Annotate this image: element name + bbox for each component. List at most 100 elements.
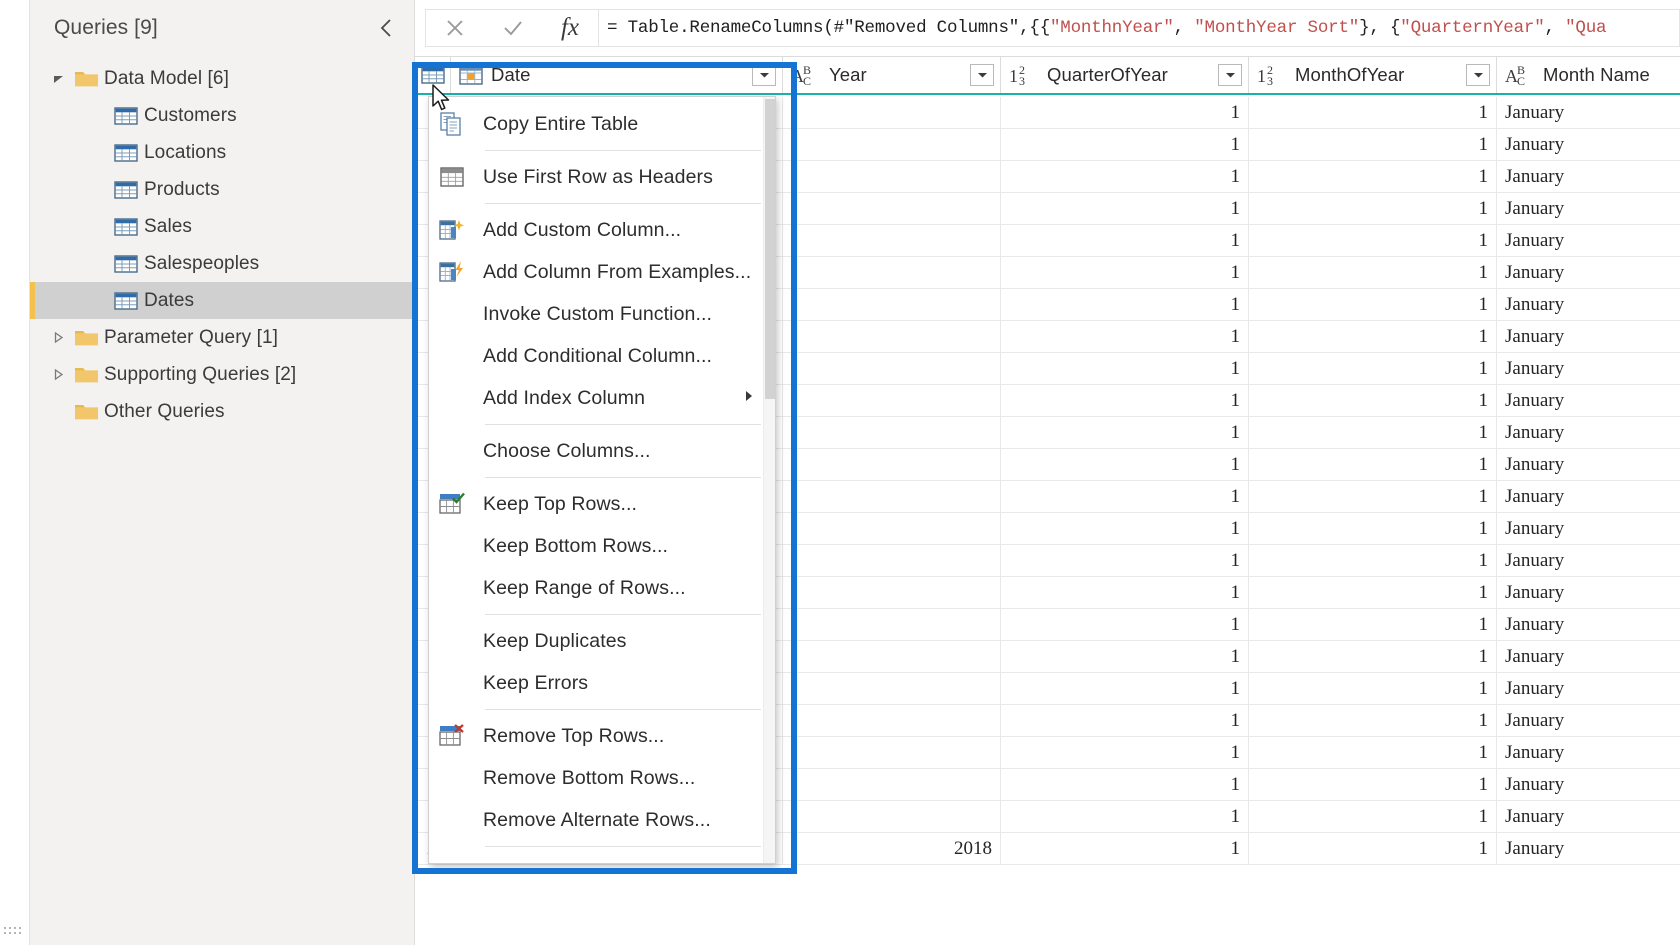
column-filter-chevron-down-icon[interactable] [1466,64,1490,86]
data-grid-cell[interactable]: 1 [1249,737,1497,768]
menu-item-keep-range-of-rows[interactable]: Keep Range of Rows... [429,567,775,609]
data-grid-cell[interactable] [783,225,1001,256]
data-grid-cell[interactable]: 1 [1249,129,1497,160]
data-grid-cell[interactable]: 1 [1001,289,1249,320]
menu-item-use-first-row-as-headers[interactable]: Use First Row as Headers [429,156,775,198]
data-grid-cell[interactable] [783,161,1001,192]
data-grid-cell[interactable] [783,545,1001,576]
data-grid-cell[interactable] [783,513,1001,544]
data-grid-cell[interactable]: 1 [1249,257,1497,288]
insert-function-fx-icon[interactable]: fx [542,10,598,46]
data-grid-cell[interactable] [783,385,1001,416]
data-grid-cell[interactable]: 1 [1001,385,1249,416]
data-grid-cell[interactable]: 1 [1001,609,1249,640]
column-header-year[interactable]: A B C Year [783,57,1001,93]
collapse-panel-chevron-left-icon[interactable] [372,14,400,42]
data-grid-cell[interactable]: January [1497,737,1680,768]
data-grid-cell[interactable]: 1 [1249,225,1497,256]
data-grid-cell[interactable] [783,97,1001,128]
data-grid-cell[interactable] [783,641,1001,672]
expand-triangle-right-icon[interactable] [52,368,74,381]
context-menu-scrollbar[interactable] [763,97,775,863]
select-all-table-icon[interactable] [415,65,450,85]
data-grid-cell[interactable]: January [1497,193,1680,224]
data-grid-cell[interactable] [783,577,1001,608]
context-menu-scrollbar-thumb[interactable] [765,99,775,399]
data-grid-cell[interactable]: 1 [1001,257,1249,288]
query-tree-item-locations[interactable]: Locations [30,134,414,171]
data-grid-cell[interactable]: 1 [1249,513,1497,544]
data-grid-cell[interactable]: 1 [1249,769,1497,800]
data-grid-cell[interactable]: 1 [1001,833,1249,864]
data-grid-cell[interactable]: 1 [1249,577,1497,608]
data-grid-cell[interactable] [783,801,1001,832]
data-grid-cell[interactable] [783,257,1001,288]
table-context-menu[interactable]: Copy Entire Table Use First Row as Header… [428,96,776,864]
data-grid-cell[interactable]: 1 [1249,609,1497,640]
data-grid-cell[interactable]: January [1497,769,1680,800]
column-header-month-name[interactable]: A B C Month Name [1497,57,1680,93]
menu-item-remove-alternate-rows[interactable]: Remove Alternate Rows... [429,799,775,841]
data-grid-cell[interactable] [783,289,1001,320]
data-grid-cell[interactable]: 1 [1001,193,1249,224]
data-grid-cell[interactable]: January [1497,161,1680,192]
data-grid-cell[interactable]: 1 [1001,577,1249,608]
data-grid-cell[interactable]: January [1497,705,1680,736]
data-grid-cell[interactable]: 1 [1001,641,1249,672]
data-grid-cell[interactable]: 1 [1249,481,1497,512]
column-filter-chevron-down-icon[interactable] [1218,64,1242,86]
cancel-formula-close-x-icon[interactable] [426,10,484,46]
data-grid-cell[interactable]: 1 [1249,97,1497,128]
data-grid-cell[interactable]: January [1497,353,1680,384]
data-grid-cell[interactable]: 1 [1001,353,1249,384]
data-grid-cell[interactable]: 1 [1249,641,1497,672]
data-grid-cell[interactable]: 1 [1001,481,1249,512]
query-tree-item-parameter-query-1[interactable]: Parameter Query [1] [30,319,414,356]
data-grid-cell[interactable]: January [1497,385,1680,416]
data-grid-cell[interactable]: January [1497,449,1680,480]
menu-item-keep-top-rows[interactable]: Keep Top Rows... [429,483,775,525]
menu-item-add-index-column[interactable]: Add Index Column [429,377,775,419]
data-grid-cell[interactable]: January [1497,833,1680,864]
data-grid-cell[interactable]: 1 [1001,705,1249,736]
data-grid-cell[interactable]: January [1497,673,1680,704]
query-tree-item-salespeoples[interactable]: Salespeoples [30,245,414,282]
data-grid-cell[interactable]: 1 [1249,385,1497,416]
data-grid-cell[interactable]: 1 [1001,321,1249,352]
data-grid-cell[interactable]: January [1497,289,1680,320]
data-grid-cell[interactable]: 1 [1249,417,1497,448]
data-grid-cell[interactable]: 1 [1249,193,1497,224]
data-grid-cell[interactable] [783,417,1001,448]
data-grid-cell[interactable]: 1 [1249,353,1497,384]
data-grid-cell[interactable]: January [1497,609,1680,640]
column-filter-chevron-down-icon[interactable] [970,64,994,86]
column-filter-chevron-down-icon[interactable] [752,64,776,86]
column-header-date[interactable]: Date [451,57,783,93]
data-grid-cell[interactable]: 1 [1249,801,1497,832]
data-grid-cell[interactable]: January [1497,97,1680,128]
data-grid-cell[interactable]: 2018 [783,833,1001,864]
menu-item-choose-columns[interactable]: Choose Columns... [429,430,775,472]
data-grid-cell[interactable]: 1 [1001,417,1249,448]
data-grid-cell[interactable]: 1 [1001,545,1249,576]
data-grid-cell[interactable]: January [1497,225,1680,256]
menu-item-remove-bottom-rows[interactable]: Remove Bottom Rows... [429,757,775,799]
data-grid-cell[interactable]: January [1497,321,1680,352]
data-grid-cell[interactable]: January [1497,577,1680,608]
data-grid-cell[interactable]: 1 [1001,769,1249,800]
data-grid-cell[interactable]: January [1497,513,1680,544]
formula-input[interactable]: = Table.RenameColumns(#"Removed Columns"… [598,9,1680,47]
data-grid-cell[interactable]: January [1497,417,1680,448]
query-tree-item-supporting-queries-2[interactable]: Supporting Queries [2] [30,356,414,393]
column-header-quarterofyear[interactable]: 1 2 3 QuarterOfYear [1001,57,1249,93]
data-grid-cell[interactable]: 1 [1249,833,1497,864]
query-tree-item-data-model-6[interactable]: Data Model [6] [30,60,414,97]
expand-triangle-right-icon[interactable] [52,331,74,344]
menu-item-add-conditional-column[interactable]: Add Conditional Column... [429,335,775,377]
data-grid-cell[interactable] [783,769,1001,800]
menu-item-remove-duplicates[interactable]: Remove Duplicates [429,852,775,864]
data-grid-cell[interactable]: January [1497,257,1680,288]
data-grid-cell[interactable]: 1 [1249,321,1497,352]
data-grid-cell[interactable]: January [1497,481,1680,512]
data-grid-cell[interactable]: January [1497,801,1680,832]
